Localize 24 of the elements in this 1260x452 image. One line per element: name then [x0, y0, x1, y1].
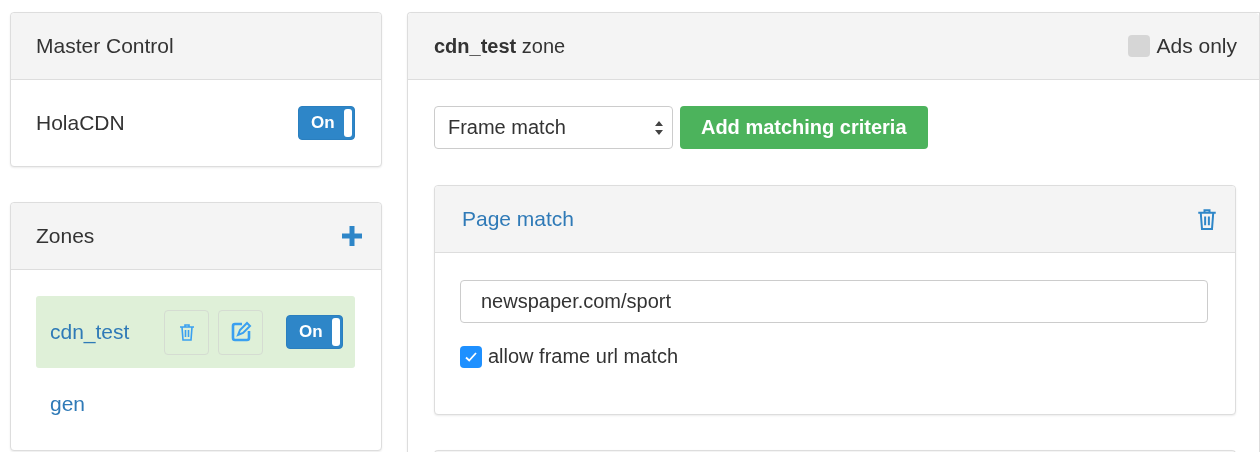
url-input-field[interactable]: newspaper.com/sport: [459, 280, 1208, 323]
checkbox-label: allow frame url match: [487, 345, 678, 368]
checkbox-label: Ads only: [1156, 34, 1237, 58]
zone-name[interactable]: gen: [50, 392, 164, 416]
checkbox[interactable]: [1128, 35, 1151, 57]
edit-button[interactable]: [218, 309, 263, 355]
trash-icon: [1196, 207, 1217, 231]
criteria-select[interactable]: Frame match: [433, 106, 673, 149]
panel-title: Master Control: [36, 34, 174, 58]
checkbox[interactable]: [459, 345, 482, 368]
add-criteria-button[interactable]: Add matching criteria: [679, 106, 928, 149]
edit-icon: [229, 321, 252, 343]
toggle-switch[interactable]: On: [285, 315, 343, 349]
panel-title: Zones: [36, 224, 95, 248]
panel-title: cdn_test zone: [433, 34, 566, 58]
card-title: Page match: [461, 207, 575, 231]
delete-button[interactable]: [1196, 207, 1217, 231]
setting-label: HolaCDN: [36, 111, 125, 135]
toggle-switch[interactable]: On: [297, 106, 355, 140]
zone-name[interactable]: cdn_test: [50, 320, 164, 344]
trash-icon: [178, 323, 195, 341]
delete-button[interactable]: [164, 309, 209, 355]
zone-row[interactable]: cdn_test On: [36, 296, 355, 368]
add-icon[interactable]: [340, 225, 363, 247]
